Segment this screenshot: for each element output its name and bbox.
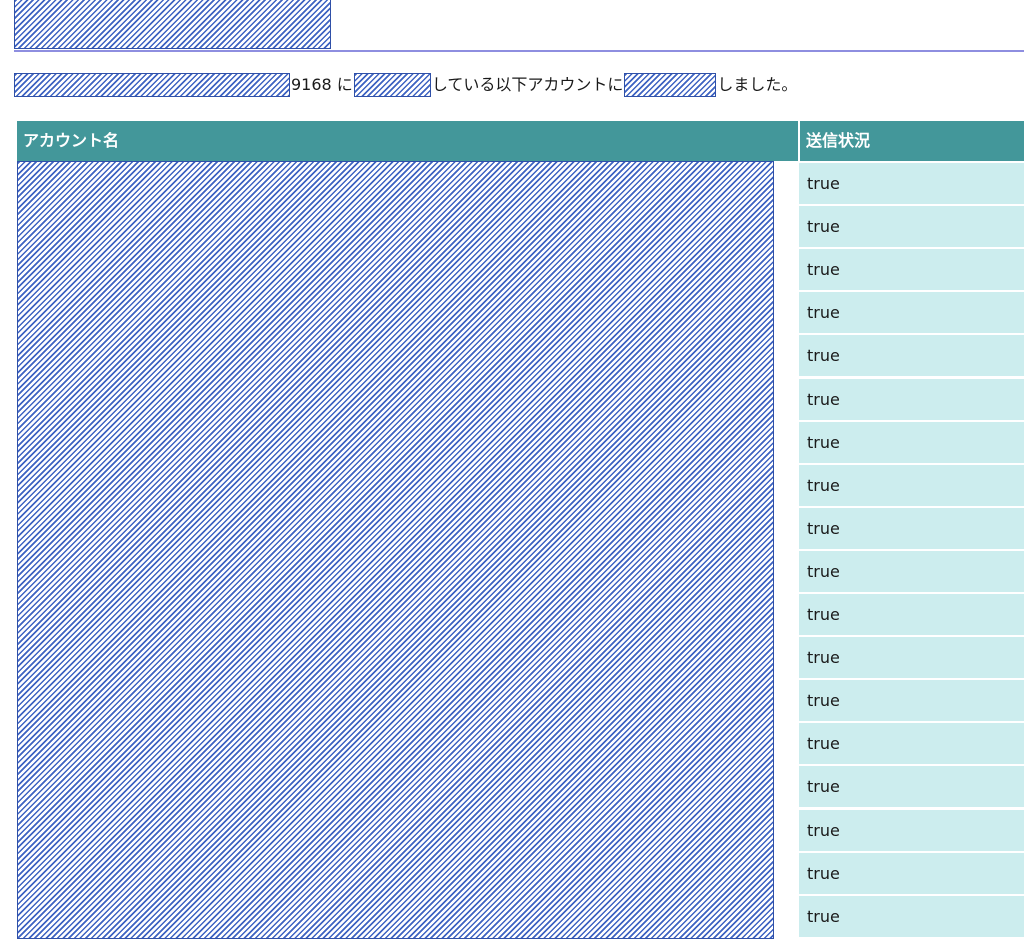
table-row-status: true xyxy=(799,378,1024,420)
message-redaction-3 xyxy=(624,73,717,97)
table-row-status: true xyxy=(799,723,1024,765)
table-row-status: true xyxy=(799,421,1024,463)
title-underline xyxy=(14,50,1024,52)
table-row-status: true xyxy=(799,464,1024,506)
message-text-3: しました。 xyxy=(717,75,798,94)
column-header-account-name: アカウント名 xyxy=(17,121,798,161)
message-text-2: している以下アカウントに xyxy=(431,75,624,94)
table-row-status: true xyxy=(799,335,1024,377)
table-header-row: アカウント名 送信状況 xyxy=(17,121,1024,161)
table-row-status: true xyxy=(799,594,1024,636)
table-body: true true true true true true true true true true… xyxy=(17,161,1024,939)
column-header-send-status: 送信状況 xyxy=(800,121,1024,161)
table-row-status: true xyxy=(799,249,1024,291)
table-row-status: true xyxy=(799,206,1024,248)
message-redaction-2 xyxy=(353,73,431,97)
table-row-status: true xyxy=(799,507,1024,549)
table-row-status: true xyxy=(799,680,1024,722)
table-row-status: true xyxy=(799,895,1024,937)
result-message: 9168 に している以下アカウントに しました。 xyxy=(14,72,798,98)
table-row-status: true xyxy=(799,550,1024,592)
account-table: アカウント名 送信状況 true true true true true true true… xyxy=(17,121,1024,939)
send-status-column: true true true true true true true true true true… xyxy=(799,161,1024,939)
table-row-status: true xyxy=(799,292,1024,334)
table-row-status: true xyxy=(799,163,1024,205)
message-text-1: 9168 に xyxy=(291,75,353,94)
account-names-redacted xyxy=(17,161,774,939)
table-row-status: true xyxy=(799,766,1024,808)
table-row-status: true xyxy=(799,809,1024,851)
table-row-status: true xyxy=(799,852,1024,894)
table-row-status: true xyxy=(799,637,1024,679)
page-title-redacted xyxy=(14,0,331,49)
message-redaction-1 xyxy=(14,73,290,97)
